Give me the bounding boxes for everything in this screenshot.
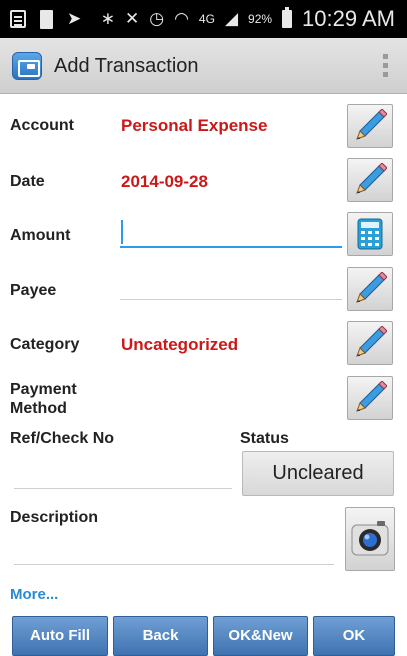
account-label: Account — [10, 117, 74, 134]
select-payee-button[interactable] — [347, 267, 393, 311]
wifi-icon: ◠ — [174, 9, 189, 29]
status-button[interactable]: Uncleared — [242, 451, 394, 496]
more-link[interactable]: More... — [10, 586, 58, 603]
network-type: 4G — [198, 12, 215, 26]
auto-fill-button[interactable]: Auto Fill — [12, 616, 108, 656]
category-label: Category — [10, 336, 80, 353]
calculator-icon — [357, 218, 383, 250]
signal-icon: ◢ — [224, 9, 239, 29]
wallet-icon[interactable] — [12, 52, 42, 80]
payment-method-label-line1: Payment — [10, 381, 77, 398]
status-bar: ➤ ∗ ✕ ◷ ◠ 4G ◢ 92% 10:29 AM — [0, 0, 407, 38]
edit-category-button[interactable] — [347, 321, 393, 365]
pencil-icon — [356, 272, 387, 303]
pencil-icon — [356, 109, 387, 140]
status-label: Status — [240, 430, 289, 447]
payee-label: Payee — [10, 282, 57, 299]
ref-check-no-label: Ref/Check No — [10, 430, 115, 447]
date-value[interactable]: 2014-09-28 — [121, 172, 208, 192]
ok-button[interactable]: OK — [313, 616, 395, 656]
ref-check-no-field[interactable] — [14, 461, 232, 489]
pencil-icon — [356, 326, 387, 357]
camera-button[interactable] — [345, 507, 395, 571]
image-icon — [10, 10, 26, 28]
status-bar-right: ∗ ✕ ◷ ◠ 4G ◢ 92% 10:29 AM — [101, 6, 395, 32]
edit-date-button[interactable] — [347, 158, 393, 202]
mute-icon: ✕ — [124, 9, 140, 29]
account-value[interactable]: Personal Expense — [121, 116, 267, 136]
sim-card-icon — [40, 9, 53, 29]
text-cursor — [121, 220, 123, 244]
date-label: Date — [10, 173, 45, 190]
payment-method-label: Payment Method — [10, 380, 77, 418]
alarm-icon: ◷ — [149, 9, 165, 29]
location-icon: ➤ — [67, 9, 82, 29]
status-bar-left: ➤ — [10, 9, 81, 29]
category-value[interactable]: Uncategorized — [121, 335, 238, 355]
overflow-menu-icon[interactable] — [383, 54, 389, 78]
description-field[interactable] — [14, 537, 334, 565]
camera-icon — [351, 521, 389, 556]
calculator-button[interactable] — [347, 212, 393, 256]
ok-new-button[interactable]: OK&New — [213, 616, 308, 656]
bluetooth-icon: ∗ — [100, 9, 115, 29]
page-title: Add Transaction — [54, 55, 199, 77]
pencil-icon — [356, 163, 387, 194]
back-button[interactable]: Back — [113, 616, 208, 656]
amount-label: Amount — [10, 227, 71, 244]
amount-field[interactable] — [120, 220, 342, 248]
action-bar: Add Transaction — [0, 38, 407, 94]
edit-account-button[interactable] — [347, 104, 393, 148]
edit-payment-method-button[interactable] — [347, 376, 393, 420]
payment-method-label-line2: Method — [10, 400, 67, 417]
payee-field[interactable] — [120, 272, 342, 300]
battery-percent: 92% — [248, 12, 273, 26]
description-label: Description — [10, 509, 99, 526]
pencil-icon — [356, 381, 387, 412]
clock: 10:29 AM — [302, 6, 395, 31]
battery-icon — [282, 7, 293, 28]
